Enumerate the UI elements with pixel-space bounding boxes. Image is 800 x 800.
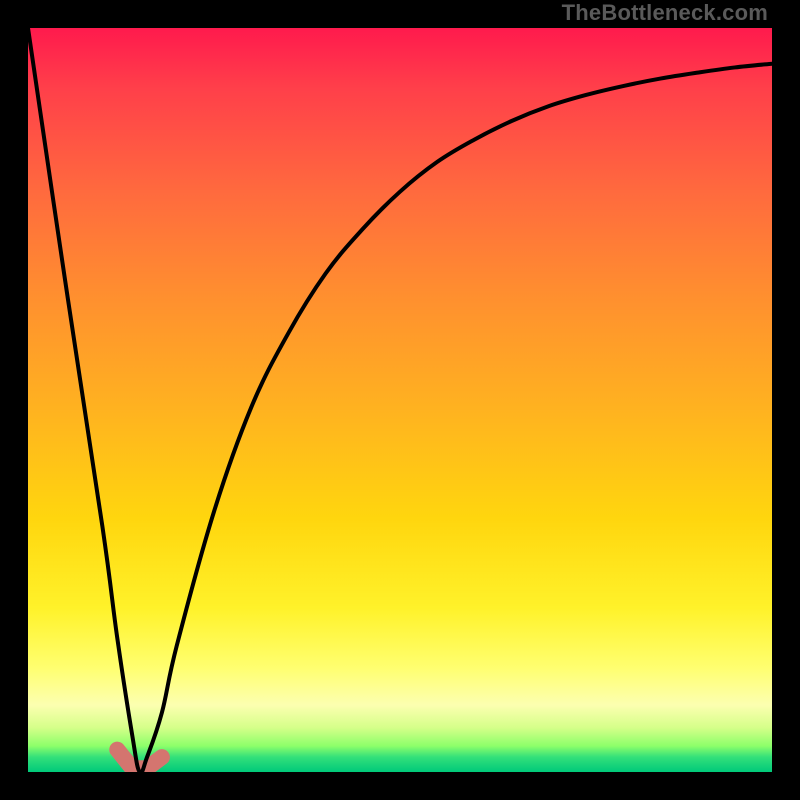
- watermark-text: TheBottleneck.com: [562, 0, 768, 26]
- plot-area: [28, 28, 772, 772]
- optimum-marker: [117, 750, 162, 769]
- curve-layer: [28, 28, 772, 772]
- bottleneck-curve: [28, 28, 772, 772]
- chart-frame: TheBottleneck.com: [0, 0, 800, 800]
